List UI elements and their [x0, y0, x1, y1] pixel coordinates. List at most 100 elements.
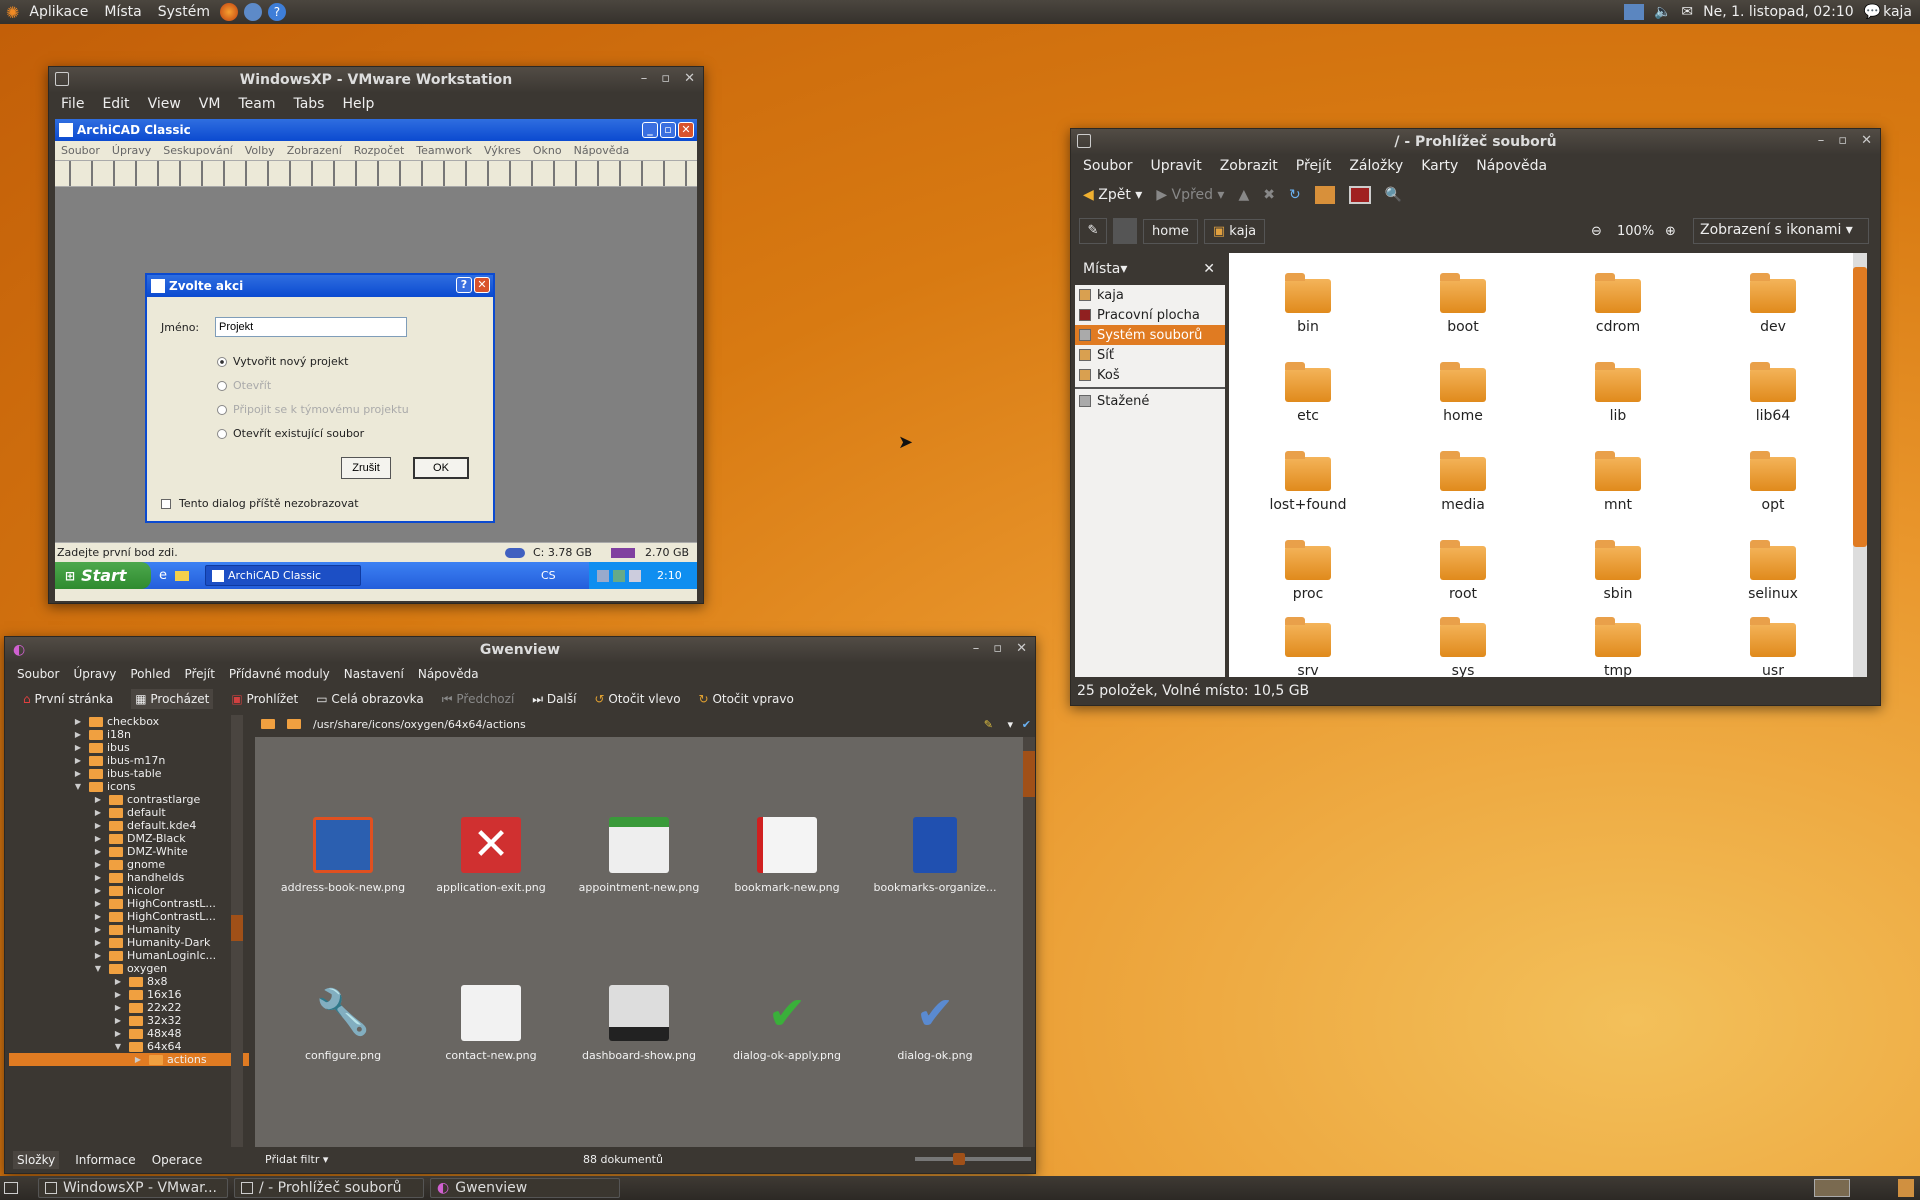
ie-icon[interactable]: e [159, 568, 167, 583]
root-path-button[interactable] [1113, 218, 1137, 244]
chat-icon[interactable]: 💬 [1864, 4, 1881, 20]
menu-karty[interactable]: Karty [1421, 158, 1458, 174]
tree-item[interactable]: ▼ 64x64 [9, 1040, 249, 1053]
tree-item[interactable]: ▶ 48x48 [9, 1027, 249, 1040]
workspace-switcher[interactable] [1814, 1179, 1850, 1197]
thumbnail-item[interactable]: dashboard-show.png [569, 985, 709, 1062]
folder-item[interactable]: root [1408, 540, 1518, 602]
xp-clock[interactable]: 2:10 [657, 569, 682, 582]
thumbnail-item[interactable]: appointment-new.png [569, 817, 709, 894]
tree-item[interactable]: ▶ i18n [9, 728, 249, 741]
tree-item[interactable]: ▶ DMZ-White [9, 845, 249, 858]
folder-item[interactable]: bin [1253, 273, 1363, 335]
rotate-left-button[interactable]: ↺ Otočit vlevo [594, 692, 680, 706]
taskbar-file-browser[interactable]: / - Prohlížeč souborů [234, 1178, 424, 1198]
option-open-existing[interactable]: Otevřít existující soubor [217, 427, 364, 440]
folder-item[interactable]: sys [1408, 617, 1518, 677]
menu-soubor[interactable]: Soubor [1083, 158, 1133, 174]
home-icon[interactable] [1314, 186, 1335, 204]
menu-file[interactable]: File [61, 96, 84, 112]
close-button[interactable]: ✕ [1016, 641, 1027, 656]
menu-zobrazit[interactable]: Zobrazit [1220, 158, 1278, 174]
path-dropdown-icon[interactable]: ▾ [1007, 718, 1013, 731]
scrollbar-thumb[interactable] [231, 915, 243, 941]
xp-start-button[interactable]: ⊞ Start [55, 562, 151, 589]
ubuntu-logo-icon[interactable]: ✺ [6, 3, 19, 22]
search-icon[interactable]: 🔍 [1385, 187, 1402, 203]
menu-plugins[interactable]: Přídavné moduly [229, 667, 330, 681]
menu-prejit[interactable]: Přejít [184, 667, 214, 681]
explorer-icon[interactable] [175, 570, 189, 581]
zoom-in-icon[interactable]: ⊕ [1665, 224, 1676, 239]
tree-item[interactable]: ▶ checkbox [9, 715, 249, 728]
scrollbar-thumb[interactable] [1023, 751, 1035, 797]
gwenview-titlebar[interactable]: ◐ Gwenview – ▫ ✕ [5, 637, 1035, 663]
file-icon-view[interactable]: bin boot cdrom dev etc home lib lib64 lo… [1229, 253, 1867, 677]
folder-item[interactable]: home [1408, 362, 1518, 424]
clear-icon[interactable]: ✎ [984, 718, 993, 731]
minimize-button[interactable]: – [973, 641, 980, 656]
menu-edit[interactable]: Edit [102, 96, 129, 112]
reload-icon[interactable]: ↻ [1289, 187, 1301, 203]
zoom-out-icon[interactable]: ⊖ [1591, 224, 1602, 239]
folder-item[interactable]: lib64 [1718, 362, 1828, 424]
folder-item[interactable]: lib [1563, 362, 1673, 424]
fullscreen-button[interactable]: ▭ Celá obrazovka [316, 692, 424, 706]
tree-item[interactable]: ▶ 8x8 [9, 975, 249, 988]
message-icon[interactable]: ✉ [1681, 4, 1693, 20]
ok-button[interactable]: OK [413, 457, 469, 479]
tree-item[interactable]: ▶ contrastlarge [9, 793, 249, 806]
tree-item[interactable]: ▼ icons [9, 780, 249, 793]
ac-menu-teamwork[interactable]: Teamwork [416, 144, 472, 157]
network-icon[interactable] [1623, 4, 1644, 20]
current-path[interactable]: /usr/share/icons/oxygen/64x64/actions [313, 718, 526, 731]
thumbnail-view[interactable]: address-book-new.png ✕ application-exit.p… [255, 737, 1035, 1147]
close-button[interactable]: ✕ [1861, 133, 1872, 148]
dialog-help-button[interactable]: ? [456, 277, 472, 293]
place-downloads[interactable]: Stažené [1075, 391, 1225, 411]
thumbnail-item[interactable]: ✕ application-exit.png [421, 817, 561, 894]
folder-item[interactable]: sbin [1563, 540, 1673, 602]
folder-item[interactable]: opt [1718, 451, 1828, 513]
tree-item[interactable]: ▼ oxygen [9, 962, 249, 975]
menu-upravit[interactable]: Upravit [1151, 158, 1202, 174]
view-button[interactable]: ▣ Prohlížet [231, 692, 298, 706]
tree-item[interactable]: ▶ ibus-m17n [9, 754, 249, 767]
clock[interactable]: Ne, 1. listopad, 02:10 [1703, 4, 1854, 20]
place-network[interactable]: Síť [1075, 345, 1225, 365]
thumbnail-size-slider[interactable] [915, 1153, 1031, 1165]
vmware-titlebar[interactable]: WindowsXP - VMware Workstation – ▫ ✕ [49, 67, 703, 93]
folder-item[interactable]: mnt [1563, 451, 1673, 513]
dialog-titlebar[interactable]: Zvolte akci ? ✕ [147, 275, 493, 297]
tree-item[interactable]: ▶ Humanity [9, 923, 249, 936]
menu-team[interactable]: Team [238, 96, 275, 112]
thumbnail-item[interactable]: bookmarks-organize... [865, 817, 1005, 894]
stop-icon[interactable]: ✖ [1263, 187, 1275, 203]
menu-prejit[interactable]: Přejít [1296, 158, 1332, 174]
dont-show-checkbox[interactable]: Tento dialog příště nezobrazovat [161, 497, 359, 510]
minimize-button[interactable]: – [1818, 133, 1825, 148]
firefox-icon[interactable] [219, 3, 238, 21]
folder-item[interactable]: selinux [1718, 540, 1828, 602]
tree-item[interactable]: ▶ ibus [9, 741, 249, 754]
tree-item[interactable]: ▶ 32x32 [9, 1014, 249, 1027]
xp-minimize-button[interactable]: _ [642, 122, 658, 138]
back-button[interactable]: ◀ Zpět ▾ [1083, 187, 1142, 203]
tab-operations[interactable]: Operace [152, 1153, 203, 1167]
show-desktop-icon[interactable] [4, 1182, 18, 1194]
language-indicator[interactable]: CS [541, 569, 556, 582]
next-button[interactable]: ⏭ Další [532, 692, 576, 707]
ac-menu-volby[interactable]: Volby [245, 144, 275, 157]
folder-item[interactable]: srv [1253, 617, 1363, 677]
menu-places[interactable]: Místa [104, 4, 141, 20]
taskbar-vmware[interactable]: WindowsXP - VMwar... [38, 1178, 228, 1198]
ac-menu-okno[interactable]: Okno [533, 144, 562, 157]
tree-item[interactable]: ▶ default [9, 806, 249, 819]
folder-up-icon[interactable] [261, 719, 275, 729]
add-filter-button[interactable]: Přidat filtr ▾ [265, 1153, 328, 1166]
thumbnail-item[interactable]: ✔ dialog-ok-apply.png [717, 985, 857, 1062]
places-header[interactable]: Místa ▾ ✕ [1075, 253, 1225, 285]
tree-item[interactable]: ▶ Humanity-Dark [9, 936, 249, 949]
computer-icon[interactable] [1348, 186, 1371, 204]
tree-item[interactable]: ▶ HumanLoginIc... [9, 949, 249, 962]
